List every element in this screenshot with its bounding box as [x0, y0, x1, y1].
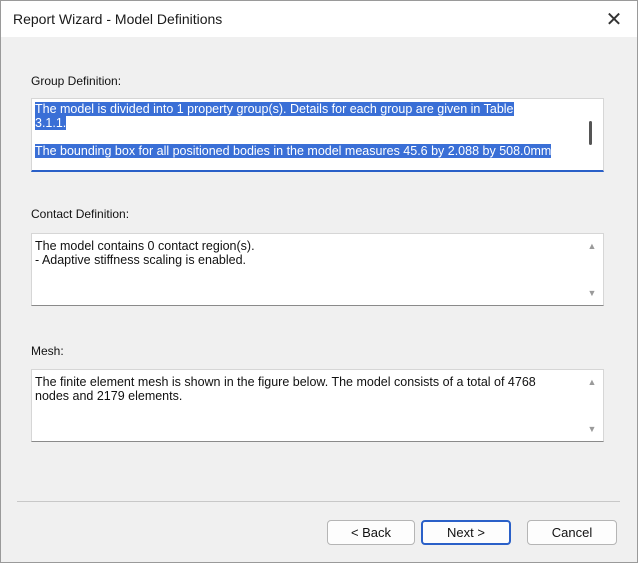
- mesh-line-1: The finite element mesh is shown in the …: [35, 375, 536, 389]
- group-scrollbar[interactable]: [583, 99, 601, 170]
- window-title: Report Wizard - Model Definitions: [13, 11, 223, 27]
- scroll-down-icon[interactable]: ▼: [586, 424, 598, 434]
- contact-definition-text: The model contains 0 contact region(s). …: [35, 239, 577, 267]
- contact-definition-textarea[interactable]: The model contains 0 contact region(s). …: [31, 233, 604, 306]
- footer-divider: [17, 501, 620, 502]
- scroll-up-icon[interactable]: ▲: [586, 241, 598, 251]
- contact-scrollbar[interactable]: ▲ ▼: [583, 234, 601, 305]
- group-scroll-thumb[interactable]: [589, 121, 592, 145]
- group-definition-text: The model is divided into 1 property gro…: [35, 102, 579, 158]
- close-icon[interactable]: ✕: [595, 3, 633, 35]
- contact-line-2: - Adaptive stiffness scaling is enabled.: [35, 253, 247, 267]
- mesh-label: Mesh:: [31, 344, 64, 358]
- cancel-button[interactable]: Cancel: [527, 520, 617, 545]
- title-bar[interactable]: Report Wizard - Model Definitions ✕: [1, 1, 637, 37]
- group-line-3: The bounding box for all positioned bodi…: [35, 144, 552, 158]
- scroll-up-icon[interactable]: ▲: [586, 377, 598, 387]
- group-definition-label: Group Definition:: [31, 74, 122, 88]
- group-line-1: The model is divided into 1 property gro…: [35, 102, 514, 116]
- mesh-scrollbar[interactable]: ▲ ▼: [583, 370, 601, 441]
- scroll-down-icon[interactable]: ▼: [586, 288, 598, 298]
- group-definition-textarea[interactable]: The model is divided into 1 property gro…: [31, 98, 604, 172]
- mesh-textarea[interactable]: The finite element mesh is shown in the …: [31, 369, 604, 442]
- mesh-line-2: nodes and 2179 elements.: [35, 389, 183, 403]
- group-line-2: 3.1.1.: [35, 116, 67, 130]
- next-button[interactable]: Next >: [421, 520, 511, 545]
- mesh-text: The finite element mesh is shown in the …: [35, 375, 577, 403]
- report-wizard-dialog: Report Wizard - Model Definitions ✕ Grou…: [0, 0, 638, 563]
- contact-line-1: The model contains 0 contact region(s).: [35, 239, 255, 253]
- back-button[interactable]: < Back: [327, 520, 415, 545]
- contact-definition-label: Contact Definition:: [31, 207, 130, 221]
